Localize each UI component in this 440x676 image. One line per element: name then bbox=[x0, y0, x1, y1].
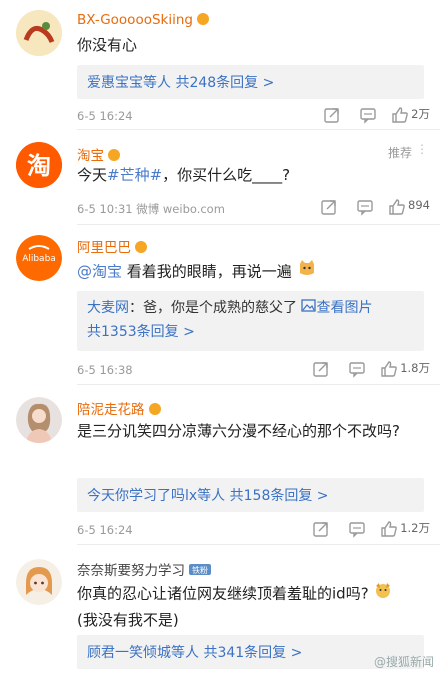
recommend-label: 推荐 bbox=[387, 146, 412, 160]
action-bar: 1.8万 bbox=[298, 360, 430, 378]
reply-summary[interactable]: 顾君一笑倾城等人 共341条回复 > bbox=[77, 635, 424, 669]
comment-icon[interactable] bbox=[344, 360, 370, 378]
hashtag-link[interactable]: #芒种# bbox=[107, 166, 162, 184]
dog-emoji-icon bbox=[373, 580, 393, 608]
comment-icon[interactable] bbox=[344, 520, 370, 538]
mention-link[interactable]: @淘宝 bbox=[77, 263, 122, 281]
avatar[interactable]: Alibaba bbox=[16, 235, 62, 281]
timestamp: 6-5 16:24 bbox=[77, 109, 133, 123]
comment-text: 是三分讥笑四分凉薄六分漫不经心的那个不改吗? bbox=[77, 422, 400, 440]
share-icon[interactable] bbox=[319, 106, 345, 124]
reply-count[interactable]: 共1353条回复 > bbox=[87, 320, 414, 344]
reply-summary[interactable]: 今天你学习了吗lx等人 共158条回复 > bbox=[77, 478, 424, 512]
like-icon[interactable]: 1.2万 bbox=[380, 520, 430, 538]
username[interactable]: 阿里巴巴 bbox=[77, 236, 148, 256]
timestamp: 6-5 16:38 bbox=[77, 363, 133, 377]
comment-2: 淘 淘宝 推荐 ⋮ 今天#芒种#，你买什么吃____? 6-5 10:31 微博… bbox=[0, 130, 440, 225]
avatar[interactable] bbox=[16, 10, 62, 56]
timestamp: 6-5 10:31 微博 weibo.com bbox=[77, 202, 225, 216]
verified-badge-icon bbox=[107, 148, 121, 162]
like-icon[interactable]: 2万 bbox=[391, 106, 430, 124]
share-icon[interactable] bbox=[316, 198, 342, 216]
comment-icon[interactable] bbox=[352, 198, 378, 216]
view-image-link[interactable]: 查看图片 bbox=[316, 300, 372, 316]
avatar[interactable]: 淘 bbox=[16, 142, 62, 188]
svg-text:淘: 淘 bbox=[27, 152, 51, 180]
username[interactable]: 陪泥走花路 bbox=[77, 398, 162, 418]
like-icon[interactable]: 1.8万 bbox=[380, 360, 430, 378]
verified-badge-icon bbox=[134, 240, 148, 254]
username[interactable]: 淘宝 bbox=[77, 144, 121, 164]
svg-text:Alibaba: Alibaba bbox=[22, 254, 56, 264]
reply-summary[interactable]: 爱惠宝宝等人 共248条回复 > bbox=[77, 65, 424, 99]
like-count: 894 bbox=[408, 198, 430, 212]
username[interactable]: 奈奈斯要努力学习 铁粉 bbox=[77, 559, 212, 579]
timestamp: 6-5 16:24 bbox=[77, 523, 133, 537]
comment-icon[interactable] bbox=[355, 106, 381, 124]
share-icon[interactable] bbox=[308, 520, 334, 538]
like-count: 2万 bbox=[411, 107, 430, 121]
reply-author[interactable]: 大麦网 bbox=[87, 300, 129, 316]
reply-text: ：爸，你是个成熟的慈父了 bbox=[129, 300, 297, 316]
like-icon[interactable]: 894 bbox=[388, 198, 430, 216]
comment-text: 今天#芒种#，你买什么吃____? bbox=[77, 166, 291, 184]
reply-preview[interactable]: 大麦网：爸，你是个成熟的慈父了 查看图片 共1353条回复 > bbox=[77, 291, 424, 351]
like-count: 1.2万 bbox=[400, 521, 430, 535]
verified-badge-icon bbox=[195, 12, 210, 26]
verified-badge-icon bbox=[147, 402, 162, 416]
comment-4: 陪泥走花路 是三分讥笑四分凉薄六分漫不经心的那个不改吗? 今天你学习了吗lx等人… bbox=[0, 385, 440, 545]
action-bar: 894 bbox=[306, 198, 430, 216]
watermark: @搜狐新闻 bbox=[373, 655, 434, 669]
action-bar: 1.2万 bbox=[298, 520, 430, 538]
comment-text: 你真的忍心让诸位网友继续顶着羞耻的id吗? (我没有我不是) bbox=[77, 580, 420, 633]
action-bar: 2万 bbox=[309, 106, 430, 124]
fan-tag-badge: 铁粉 bbox=[188, 562, 212, 576]
image-icon bbox=[301, 296, 317, 320]
avatar[interactable] bbox=[16, 397, 62, 443]
like-count: 1.8万 bbox=[400, 361, 430, 375]
comment-3: Alibaba 阿里巴巴 @淘宝 看着我的眼睛，再说一遍 大麦网：爸，你是个成熟… bbox=[0, 225, 440, 385]
comment-1: BX-GoooooSkiing 你没有心 爱惠宝宝等人 共248条回复 > 6-… bbox=[0, 0, 440, 130]
cat-emoji-icon bbox=[297, 258, 317, 286]
comment-text: 你没有心 bbox=[77, 36, 138, 54]
share-icon[interactable] bbox=[308, 360, 334, 378]
username[interactable]: BX-GoooooSkiing bbox=[77, 12, 210, 28]
comment-text: @淘宝 看着我的眼睛，再说一遍 bbox=[77, 258, 420, 286]
more-menu-icon[interactable]: ⋮ bbox=[416, 143, 428, 155]
avatar[interactable] bbox=[16, 559, 62, 605]
